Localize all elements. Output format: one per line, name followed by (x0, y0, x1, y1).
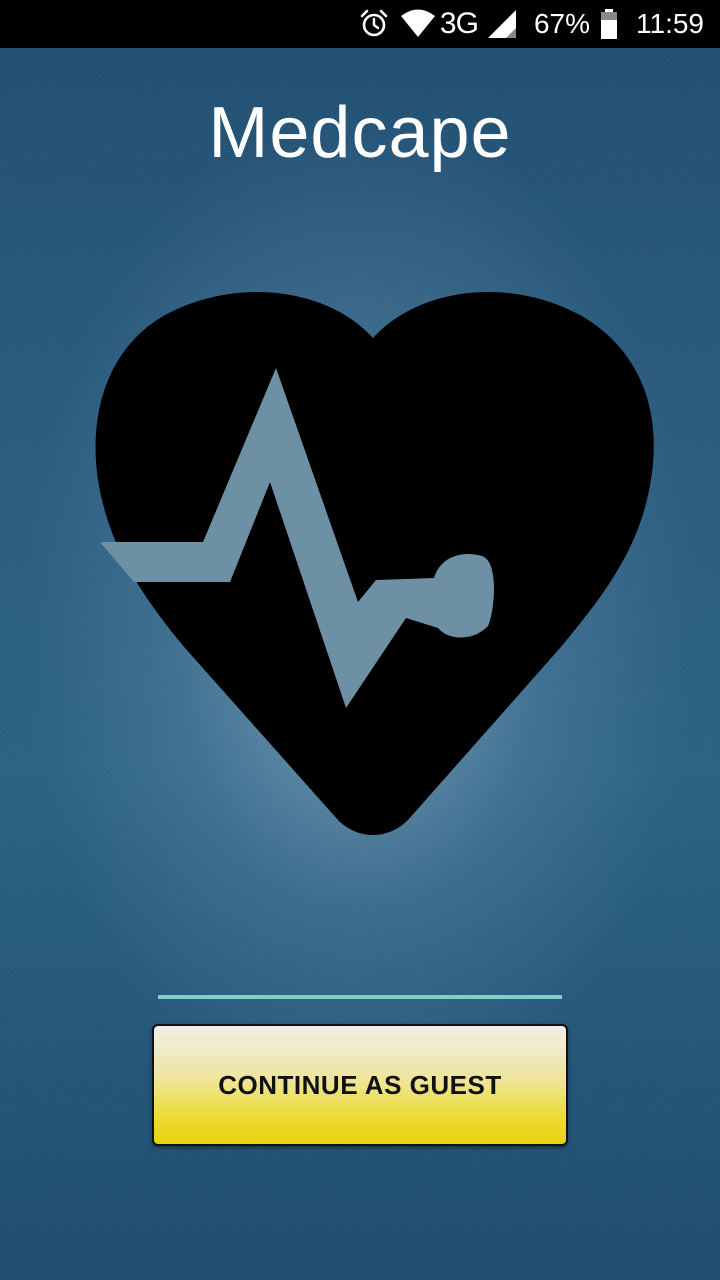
wifi-icon (400, 9, 436, 39)
battery-percent: 67% (533, 8, 590, 39)
signal-icon (487, 10, 516, 38)
alarm-icon (358, 8, 390, 40)
network-type: 3G (439, 7, 479, 40)
status-bar: 3G 67% 11:59 (0, 0, 720, 48)
divider-line (158, 995, 562, 999)
heart-pulse-icon (95, 291, 654, 835)
app-title: Medcape (208, 93, 512, 173)
login-screen: 3G 67% 11:59 Medcape CONTINUE AS GUEST (0, 0, 720, 1280)
clock: 11:59 (636, 8, 704, 39)
continue-as-guest-button[interactable]: CONTINUE AS GUEST (152, 1024, 568, 1146)
battery-icon (600, 9, 618, 39)
